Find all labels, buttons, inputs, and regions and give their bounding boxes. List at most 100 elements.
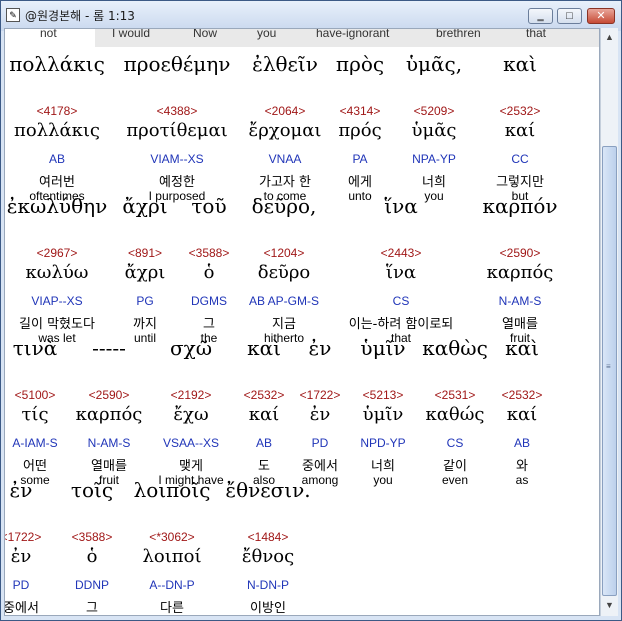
parsing-code: NPD-YP <box>360 436 406 450</box>
title-bar[interactable]: ✎ @원경본해 - 롬 1:13 ‗ □ ✕ <box>1 1 621 31</box>
lemma: ἵνα <box>385 262 417 283</box>
strongs-number[interactable]: <4178> <box>37 104 78 118</box>
maximize-button[interactable]: □ <box>557 8 582 24</box>
greek-word: τοῖς <box>70 478 114 502</box>
parsing-code: AB <box>255 436 273 450</box>
greek-word: τινὰ <box>12 336 58 360</box>
strongs-number[interactable]: <2064> <box>265 104 306 118</box>
lemma: ἄχρι <box>124 262 166 283</box>
greek-word: ὑμᾶς, <box>405 52 463 76</box>
parsing-code: A--DN-P <box>149 578 195 592</box>
korean-gloss: 그 <box>203 317 215 332</box>
korean-gloss: 가고자 한 <box>259 175 311 190</box>
korean-gloss: 여러번 <box>39 175 75 190</box>
parsing-code: PD <box>12 578 30 592</box>
top-row-word: have-ignorant <box>316 28 390 40</box>
scroll-up-icon[interactable]: ▲ <box>602 29 617 45</box>
lemma: ἐν <box>309 404 331 425</box>
parsing-code: VSAA--XS <box>162 436 220 450</box>
greek-word: τοῦ <box>191 194 227 218</box>
strongs-number[interactable]: <2531> <box>435 388 476 402</box>
strongs-number[interactable]: <1722> <box>300 388 341 402</box>
korean-gloss: 와 <box>516 459 528 474</box>
greek-word: ἐν <box>308 336 332 360</box>
lemma: ὑμῖν <box>362 404 404 425</box>
lemma: προτίθεμαι <box>126 120 228 141</box>
greek-word: ----- <box>92 336 126 360</box>
korean-gloss: 중에서 <box>302 459 338 474</box>
strongs-number[interactable]: <4314> <box>340 104 381 118</box>
english-gloss: you <box>424 189 444 203</box>
scroll-down-icon[interactable]: ▼ <box>602 597 617 613</box>
parsing-code: AB AP-GM-S <box>248 294 320 308</box>
english-gloss: unto <box>348 189 372 203</box>
lemma: πολλάκις <box>13 120 101 141</box>
close-button[interactable]: ✕ <box>587 8 615 24</box>
korean-gloss: 길이 막혔도다 <box>19 317 95 332</box>
strongs-number[interactable]: <1204> <box>264 246 305 260</box>
strongs-number[interactable]: <2590> <box>89 388 130 402</box>
parsing-code: N-AM-S <box>498 294 542 308</box>
top-row-word: you <box>257 28 277 40</box>
app-window: ✎ @원경본해 - 롬 1:13 ‗ □ ✕ not I would Now you h… <box>0 0 622 621</box>
strongs-number[interactable]: <3588> <box>189 246 230 260</box>
lemma: καρπός <box>486 262 554 283</box>
lemma: ὁ <box>86 546 98 567</box>
korean-gloss: 지금 <box>272 317 296 332</box>
parsing-code: A-IAM-S <box>12 436 58 450</box>
korean-gloss: 예정한 <box>159 175 195 190</box>
strongs-number[interactable]: <2532> <box>500 104 541 118</box>
english-gloss: other <box>158 615 185 616</box>
korean-gloss: 열매를 <box>91 459 127 474</box>
parsing-code: CC <box>511 152 529 166</box>
greek-word: καθὼς <box>422 336 488 360</box>
korean-gloss: 도 <box>258 459 270 474</box>
strongs-number[interactable]: <1484> <box>248 530 289 544</box>
strongs-number[interactable]: <5209> <box>414 104 455 118</box>
strongs-number[interactable]: <2443> <box>381 246 422 260</box>
strongs-number[interactable]: <5100> <box>15 388 56 402</box>
greek-word: καὶ <box>503 52 537 76</box>
greek-word: ἐν <box>9 478 33 502</box>
strongs-number[interactable]: <*3062> <box>149 530 194 544</box>
lemma: τίς <box>21 404 49 425</box>
korean-gloss: 그 <box>86 601 98 616</box>
english-gloss: until <box>133 331 157 345</box>
parsing-code: CS <box>392 294 410 308</box>
parsing-code: VIAM--XS <box>150 152 204 166</box>
strongs-number[interactable]: <4388> <box>157 104 198 118</box>
strongs-number[interactable]: <2590> <box>500 246 541 260</box>
parsing-code: DGMS <box>191 294 227 308</box>
lemma: κωλύω <box>25 262 89 283</box>
greek-word: ἵνα <box>384 194 418 218</box>
greek-word: ἐλθεῖν <box>252 52 318 76</box>
strongs-number[interactable]: <1722> <box>5 530 41 544</box>
lemma: ἔθνος <box>241 546 295 567</box>
parsing-code: PA <box>352 152 368 166</box>
strongs-number[interactable]: <3588> <box>72 530 113 544</box>
strongs-number[interactable]: <2192> <box>171 388 212 402</box>
english-gloss: even <box>441 473 469 487</box>
korean-gloss: 같이 <box>443 459 467 474</box>
interlinear-content: not I would Now you have-ignorant brethren tha… <box>4 28 600 616</box>
korean-gloss: 중에서 <box>4 601 39 616</box>
strongs-number[interactable]: <2967> <box>37 246 78 260</box>
scroll-thumb[interactable]: ≡ <box>602 146 617 596</box>
strongs-number[interactable]: <2532> <box>244 388 285 402</box>
english-gloss: among <box>4 615 39 616</box>
minimize-button[interactable]: ‗ <box>528 8 553 24</box>
greek-word: πρὸς <box>335 52 385 76</box>
korean-gloss: 까지 <box>133 317 157 332</box>
strongs-number[interactable]: <891> <box>128 246 162 260</box>
english-gloss: the <box>84 615 101 616</box>
lemma: ἐν <box>10 546 32 567</box>
parsing-code: PG <box>136 294 154 308</box>
vertical-scrollbar[interactable]: ▲ ≡ ▼ <box>600 28 618 616</box>
strongs-number[interactable]: <5213> <box>363 388 404 402</box>
greek-word: ὑμῖν <box>360 336 406 360</box>
korean-gloss: 맺게 <box>179 459 203 474</box>
lemma: ὑμᾶς <box>411 120 457 141</box>
english-gloss: Gentiles. <box>244 615 291 616</box>
korean-gloss: 어떤 <box>23 459 47 474</box>
strongs-number[interactable]: <2532> <box>502 388 543 402</box>
